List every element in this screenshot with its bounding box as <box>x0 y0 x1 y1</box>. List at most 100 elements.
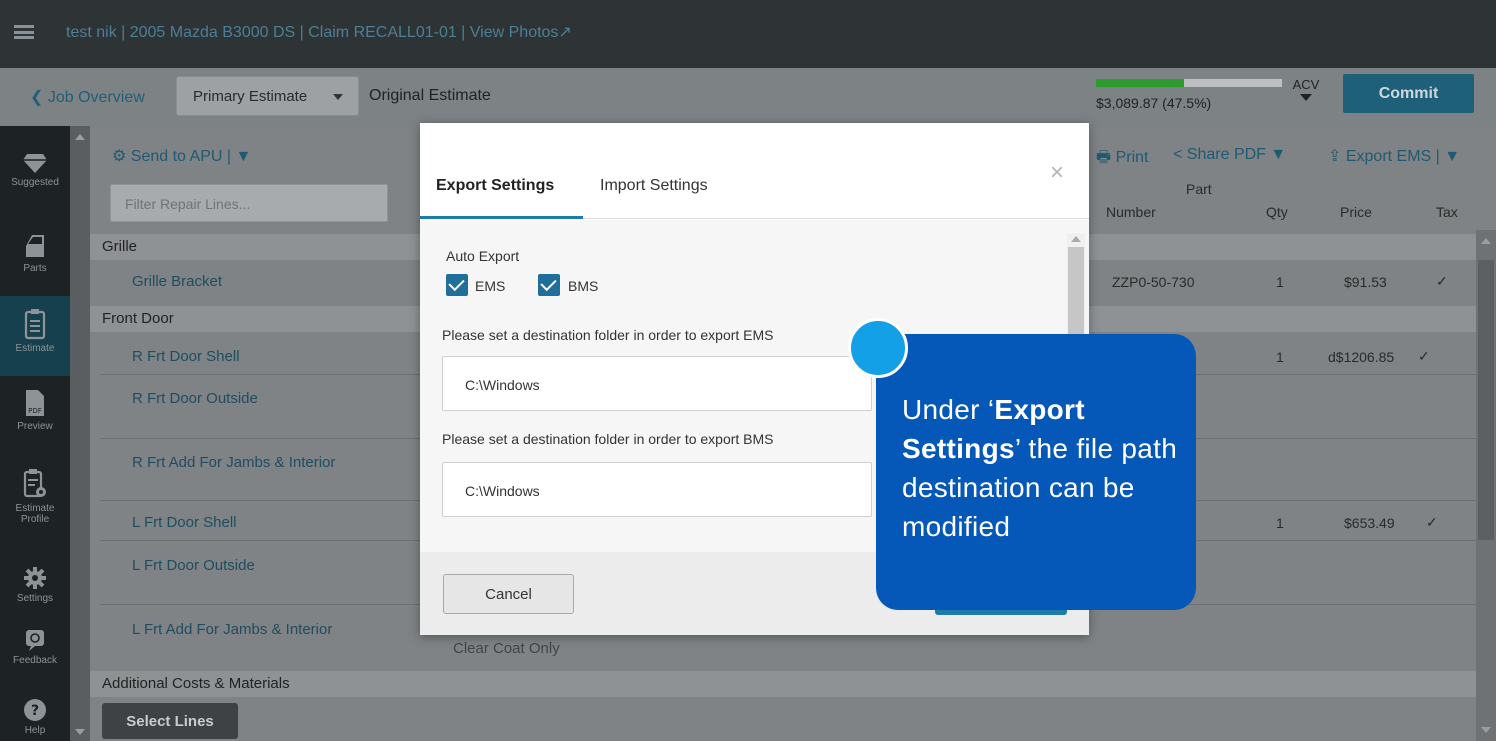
sidebar-item-help[interactable]: ? Help <box>0 698 70 736</box>
sidebar-item-label: Suggested <box>11 177 59 188</box>
svg-text:?: ? <box>31 703 39 719</box>
qty: 1 <box>1276 274 1284 290</box>
acv-label: ACV <box>1292 77 1320 92</box>
printer-icon: 🖶 <box>1096 149 1116 166</box>
export-ems-label: Export EMS | ▼ <box>1345 148 1461 165</box>
feedback-icon <box>26 630 44 651</box>
line-name: R Frt Door Outside <box>132 390 258 407</box>
job-bar: ❮ Job Overview Primary Estimate Original… <box>0 68 1496 126</box>
acv-progress-bar <box>1096 79 1282 87</box>
qty: 1 <box>1276 349 1284 365</box>
sidebar-item-parts[interactable]: Parts <box>0 232 70 274</box>
close-icon[interactable]: × <box>1050 159 1064 187</box>
bms-path-input[interactable]: C:\Windows <box>442 462 872 517</box>
auto-export-label: Auto Export <box>446 248 520 264</box>
estimate-select[interactable]: Primary Estimate <box>176 76 359 116</box>
filter-repair-lines-input[interactable]: Filter Repair Lines... <box>110 184 388 222</box>
job-overview-link[interactable]: ❮ Job Overview <box>30 87 145 107</box>
scroll-up-icon[interactable] <box>1071 236 1081 242</box>
select-lines-button[interactable]: Select Lines <box>102 703 238 739</box>
scroll-down-icon[interactable] <box>1481 727 1491 733</box>
tab-export-settings[interactable]: Export Settings <box>436 177 554 195</box>
sidebar-item-settings[interactable]: Settings <box>0 566 70 604</box>
clear-coat-note: Clear Coat Only <box>453 640 560 657</box>
bms-checkbox[interactable] <box>538 274 560 296</box>
top-bar: test nik | 2005 Mazda B3000 DS | Claim R… <box>0 0 1496 68</box>
lines-scrollbar[interactable] <box>1476 230 1496 741</box>
tax-check-icon: ✓ <box>1418 348 1430 364</box>
send-to-apu-button[interactable]: ⚙ Send to APU | ▼ <box>112 146 251 166</box>
line-name: L Frt Door Shell <box>132 514 237 531</box>
tab-import-settings[interactable]: Import Settings <box>600 177 708 195</box>
estimate-select-value: Primary Estimate <box>193 88 308 105</box>
acv-progress-fill <box>1096 79 1185 87</box>
scroll-up-icon[interactable] <box>1481 238 1491 244</box>
share-icon: < <box>1173 146 1187 163</box>
help-icon: ? <box>24 699 46 721</box>
line-name: L Frt Add For Jambs & Interior <box>132 621 333 638</box>
ems-checkbox[interactable] <box>446 274 468 296</box>
caret-down-icon <box>1300 94 1312 101</box>
job-title-link[interactable]: test nik | 2005 Mazda B3000 DS | Claim R… <box>66 22 572 42</box>
sidebar-item-label: Help <box>24 725 46 736</box>
sidebar-item-preview[interactable]: PDF Preview <box>0 388 70 432</box>
export-ems-button[interactable]: ⇪ Export EMS | ▼ <box>1328 146 1460 166</box>
callout-pointer-dot <box>848 318 908 378</box>
clipboard-gear-icon <box>23 469 46 498</box>
sidebar-item-label: Feedback <box>13 655 57 666</box>
sidebar-item-label: Parts <box>23 263 47 274</box>
estimate-label: Original Estimate <box>369 87 491 104</box>
modal-tabs: Export Settings Import Settings × <box>420 123 1089 219</box>
line-name: R Frt Add For Jambs & Interior <box>132 454 336 471</box>
ems-label: EMS <box>475 278 506 294</box>
sidebar-item-suggested[interactable]: Suggested <box>0 152 70 188</box>
pdf-file-icon: PDF <box>26 390 44 416</box>
cancel-button[interactable]: Cancel <box>443 574 574 614</box>
active-tab-underline <box>420 216 583 219</box>
group-header[interactable]: Additional Costs & Materials <box>90 671 1478 697</box>
sidebar-item-label: Settings <box>16 593 54 604</box>
tutorial-callout: Under ‘Export Settings’ the file path des… <box>876 334 1196 610</box>
scroll-thumb[interactable] <box>1068 247 1084 337</box>
sidebar-item-estimate[interactable]: Estimate <box>0 296 70 376</box>
hamburger-menu-icon[interactable] <box>14 25 34 39</box>
ems-path-input[interactable]: C:\Windows <box>442 356 872 411</box>
header-number: Number <box>1106 204 1156 220</box>
line-name: R Frt Door Shell <box>132 348 240 365</box>
gear-icon <box>24 567 46 589</box>
print-button[interactable]: 🖶 Print <box>1096 146 1148 173</box>
callout-text: Under ‘Export Settings’ the file path des… <box>902 390 1192 546</box>
line-name: L Frt Door Outside <box>132 557 255 574</box>
left-sidebar: Suggested Parts Estimate PDF Preview Est… <box>0 126 70 741</box>
acv-amount: $3,089.87 (47.5%) <box>1096 95 1212 111</box>
pdf-badge: PDF <box>28 407 42 415</box>
acv-dropdown[interactable]: ACV <box>1291 77 1321 101</box>
part-number: ZZP0-50-730 <box>1112 274 1195 290</box>
sidebar-item-label-2: Profile <box>20 514 50 525</box>
share-pdf-label: Share PDF ▼ <box>1186 146 1287 163</box>
commit-button[interactable]: Commit <box>1343 74 1474 113</box>
scroll-down-icon[interactable] <box>75 729 85 735</box>
scroll-thumb[interactable] <box>1478 260 1494 540</box>
sidebar-item-estimate-profile[interactable]: Estimate Profile <box>0 468 70 525</box>
header-part: Part <box>1186 181 1212 197</box>
price: $653.49 <box>1344 515 1395 531</box>
apu-icon: ⚙ <box>112 148 131 165</box>
send-to-apu-label: Send to APU | ▼ <box>130 148 252 165</box>
scroll-up-icon[interactable] <box>75 134 85 140</box>
tax-check-icon: ✓ <box>1436 273 1448 289</box>
bms-label: BMS <box>568 278 599 294</box>
sidebar-item-label: Preview <box>17 421 53 432</box>
sidebar-item-label: Estimate <box>15 343 55 354</box>
header-tax: Tax <box>1436 204 1458 220</box>
door-icon <box>26 235 44 257</box>
sidebar-scrollbar[interactable] <box>70 126 90 741</box>
sidebar-item-feedback[interactable]: Feedback <box>0 628 70 666</box>
ems-destination-label: Please set a destination folder in order… <box>442 327 774 343</box>
app-window: test nik | 2005 Mazda B3000 DS | Claim R… <box>0 0 1496 741</box>
share-pdf-button[interactable]: < Share PDF ▼ <box>1173 146 1286 164</box>
diamond-icon <box>23 154 47 173</box>
callout-text-bold: Settings <box>902 433 1015 464</box>
callout-text-pre: Under ‘ <box>902 394 995 425</box>
line-name: Grille Bracket <box>132 273 223 290</box>
